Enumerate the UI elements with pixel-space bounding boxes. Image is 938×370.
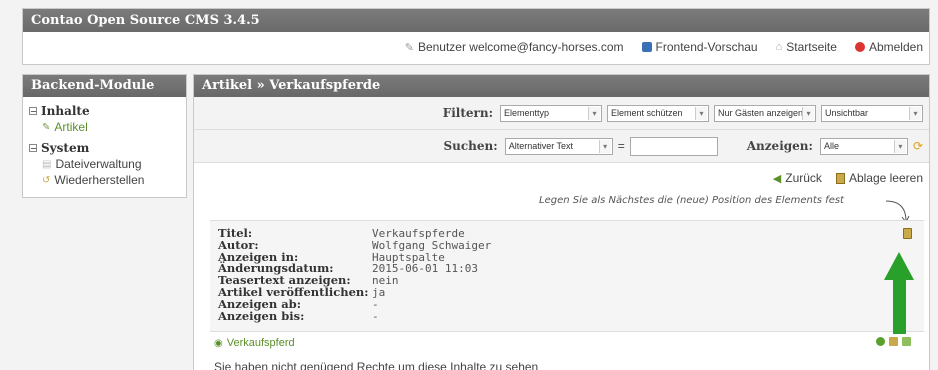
show-label: Anzeigen: xyxy=(746,139,813,153)
top-panel: Contao Open Source CMS 3.4.5 ✎ Benutzer … xyxy=(22,8,930,65)
sidebar-section-inhalte[interactable]: − Inhalte xyxy=(23,104,186,118)
sidebar: Backend-Module − Inhalte ✎ Artikel − Sys… xyxy=(22,74,187,198)
folder-icon: ▤ xyxy=(42,158,52,170)
sidebar-section-system[interactable]: − System xyxy=(23,141,186,155)
arrow-shaft xyxy=(893,278,906,334)
sidebar-item-dateiverwaltung[interactable]: ▤ Dateiverwaltung xyxy=(23,157,186,171)
restore-icon: ↺ xyxy=(42,174,51,186)
collapse-icon[interactable]: − xyxy=(29,144,37,152)
filter-select-invisible[interactable]: Unsichtbar xyxy=(821,104,923,122)
article-rows: Titel: Verkaufspferde Autor: Wolfgang Schw… xyxy=(218,227,491,323)
drag-handle-icon[interactable] xyxy=(902,337,911,346)
search-input[interactable] xyxy=(629,136,718,156)
filter-select-guests[interactable]: Nur Gästen anzeigen xyxy=(714,104,816,122)
filter-select-protect[interactable]: Element schützen xyxy=(607,104,709,122)
preview-link[interactable]: Frontend-Vorschau xyxy=(641,40,758,54)
article-header: Titel: Verkaufspferde Autor: Wolfgang Schw… xyxy=(210,220,924,332)
arrow-up-icon xyxy=(884,252,914,280)
filter-select-type[interactable]: Elementtyp xyxy=(500,104,602,122)
home-link[interactable]: ⌂ Startseite xyxy=(776,40,837,54)
paste-after-icon[interactable] xyxy=(903,228,912,239)
action-links: ◀ Zurück Ablage leeren xyxy=(773,171,923,185)
article-icon: ✎ xyxy=(42,121,51,133)
user-icon: ✎ xyxy=(404,41,414,54)
monitor-icon xyxy=(641,42,652,52)
logout-icon xyxy=(854,42,865,52)
logout-link[interactable]: Abmelden xyxy=(854,40,923,54)
filter-label: Filtern: xyxy=(442,106,493,120)
paste-hint: Legen Sie als Nächstes die (neue) Positi… xyxy=(539,195,844,206)
collapse-icon[interactable]: − xyxy=(29,107,37,115)
clear-clipboard-link[interactable]: Ablage leeren xyxy=(835,171,923,185)
top-links: ✎ Benutzer welcome@fancy-horses.com Fron… xyxy=(405,40,923,54)
sidebar-item-wiederherstellen[interactable]: ↺ Wiederherstellen xyxy=(23,173,186,187)
article-row: Anzeigen bis: - xyxy=(218,308,379,323)
content-element[interactable]: ◉ Verkaufspferd xyxy=(214,337,295,349)
user-link[interactable]: ✎ Benutzer welcome@fancy-horses.com xyxy=(405,40,624,54)
search-label: Suchen: xyxy=(443,139,498,153)
equals-sign: = xyxy=(617,139,625,153)
home-icon: ⌂ xyxy=(775,41,783,53)
app-title: Contao Open Source CMS 3.4.5 xyxy=(23,9,929,32)
reset-icon[interactable]: ⟳ xyxy=(913,139,923,153)
sidebar-heading: Backend-Module xyxy=(23,75,186,97)
add-icon[interactable] xyxy=(876,337,885,346)
eye-icon[interactable]: ◉ xyxy=(214,338,223,349)
back-arrow-icon: ◀ xyxy=(772,172,782,185)
back-link[interactable]: ◀ Zurück xyxy=(773,171,822,185)
search-row: Suchen: Alternativer Text = Anzeigen: Al… xyxy=(194,130,929,163)
filter-row: Filtern: Elementtyp Element schützen Nur… xyxy=(194,97,929,130)
search-field-select[interactable]: Alternativer Text xyxy=(504,137,613,155)
permission-notice: Sie haben nicht genügend Rechte um diese… xyxy=(214,360,539,370)
element-actions xyxy=(876,337,911,346)
clipboard-icon xyxy=(835,172,845,184)
main-panel: Artikel » Verkaufspferde Filtern: Elemen… xyxy=(193,74,930,370)
sidebar-item-artikel[interactable]: ✎ Artikel xyxy=(23,120,186,134)
show-select[interactable]: Alle xyxy=(819,137,908,155)
breadcrumb: Artikel » Verkaufspferde xyxy=(194,75,929,97)
paste-icon[interactable] xyxy=(889,337,898,346)
